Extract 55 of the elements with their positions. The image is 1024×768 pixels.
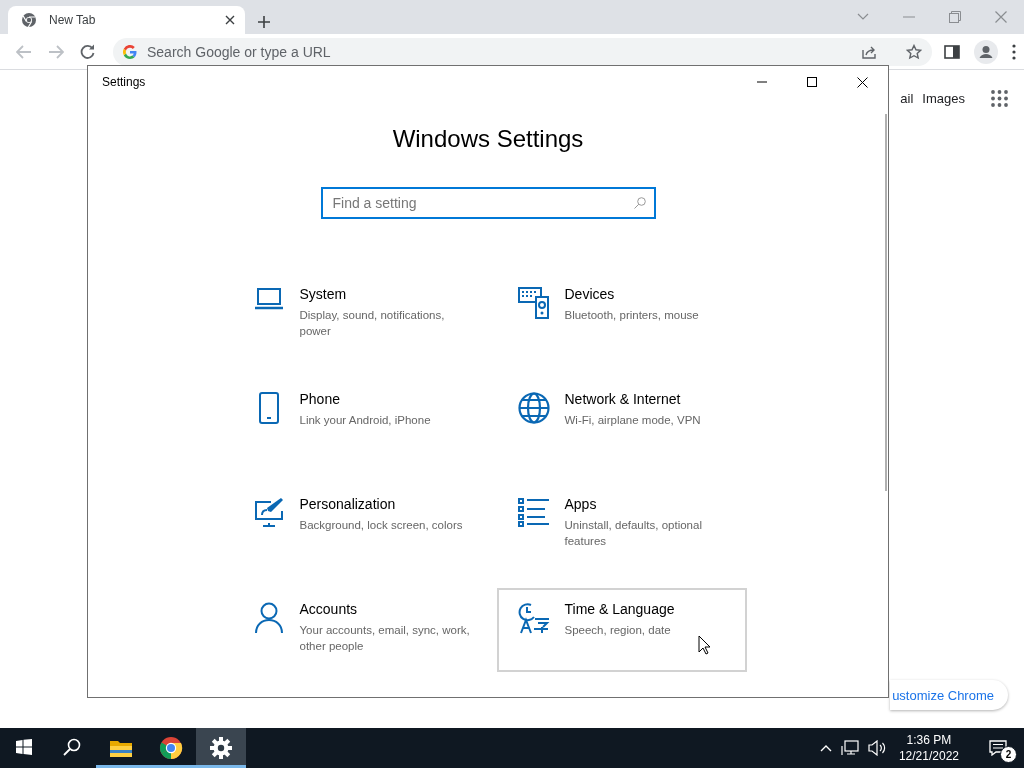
apps-grid-icon[interactable]: [991, 90, 1008, 107]
reload-icon[interactable]: [80, 44, 95, 59]
chevron-down-icon[interactable]: [857, 13, 869, 21]
taskbar-app-button[interactable]: [196, 728, 246, 768]
cursor-icon: [698, 635, 712, 655]
customize-chrome-button[interactable]: ustomize Chrome: [890, 680, 1008, 710]
close-icon[interactable]: [857, 76, 868, 88]
header-link[interactable]: ail: [900, 91, 914, 106]
side-panel-icon[interactable]: [944, 43, 960, 60]
list-icon: [517, 497, 550, 527]
settings-category-tile[interactable]: System Display, sound, notifications, power: [231, 273, 482, 357]
settings-category-tile[interactable]: Apps Uninstall, defaults, optional features: [496, 483, 747, 567]
settings-category-tile[interactable]: Phone Link your Android, iPhone: [231, 378, 482, 462]
monitor-brush-icon: [253, 497, 284, 527]
chrome-icon: [21, 12, 37, 28]
windows-logo-icon: [16, 739, 32, 755]
network-icon[interactable]: [840, 740, 859, 756]
profile-icon[interactable]: [974, 39, 998, 64]
keyboard-speaker-icon: [517, 287, 550, 319]
settings-category-tile[interactable]: Accounts Your accounts, email, sync, work, other people: [231, 588, 482, 672]
speaker-icon[interactable]: [867, 740, 886, 756]
google-icon: [123, 44, 137, 59]
settings-category-tile[interactable]: Devices Bluetooth, printers, mouse: [496, 273, 747, 357]
notifications-button[interactable]: 2: [976, 728, 1020, 768]
scrollbar[interactable]: [885, 114, 887, 491]
clock[interactable]: 1:36 PM 12/21/2022: [898, 732, 959, 764]
share-icon[interactable]: [862, 44, 878, 59]
settings-category-tile[interactable]: Network & Internet Wi-Fi, airplane mode, VPN: [496, 378, 747, 462]
maximize-icon[interactable]: [807, 77, 817, 87]
search-icon: [633, 197, 646, 209]
gear-icon: [209, 736, 233, 760]
address-bar[interactable]: Search Google or type a URL: [113, 37, 932, 66]
more-options-icon[interactable]: [1012, 43, 1016, 60]
message-icon: [989, 740, 1007, 756]
clock-language-icon: [517, 602, 550, 634]
page-heading: Windows Settings: [392, 125, 584, 153]
settings-category-tile[interactable]: Time & Language Speech, region, date: [496, 588, 747, 672]
header-link[interactable]: Images: [922, 91, 965, 106]
notification-badge: 2: [1000, 746, 1017, 763]
search-field[interactable]: Find a setting: [320, 187, 656, 219]
search-icon: [63, 738, 81, 756]
person-icon: [253, 602, 284, 634]
window-title: Settings: [102, 75, 147, 89]
close-icon[interactable]: [225, 15, 235, 25]
phone-icon: [257, 392, 280, 424]
plus-icon[interactable]: [257, 15, 271, 29]
laptop-icon: [253, 287, 284, 311]
browser-tab[interactable]: New Tab: [8, 6, 245, 34]
restore-icon[interactable]: [949, 11, 961, 23]
chevron-up-icon[interactable]: [819, 744, 832, 752]
star-icon[interactable]: [906, 43, 922, 60]
chrome-icon: [159, 736, 183, 760]
settings-category-tile[interactable]: Personalization Background, lock screen, colors: [231, 483, 482, 567]
globe-icon: [517, 392, 550, 424]
folder-icon: [109, 738, 133, 758]
